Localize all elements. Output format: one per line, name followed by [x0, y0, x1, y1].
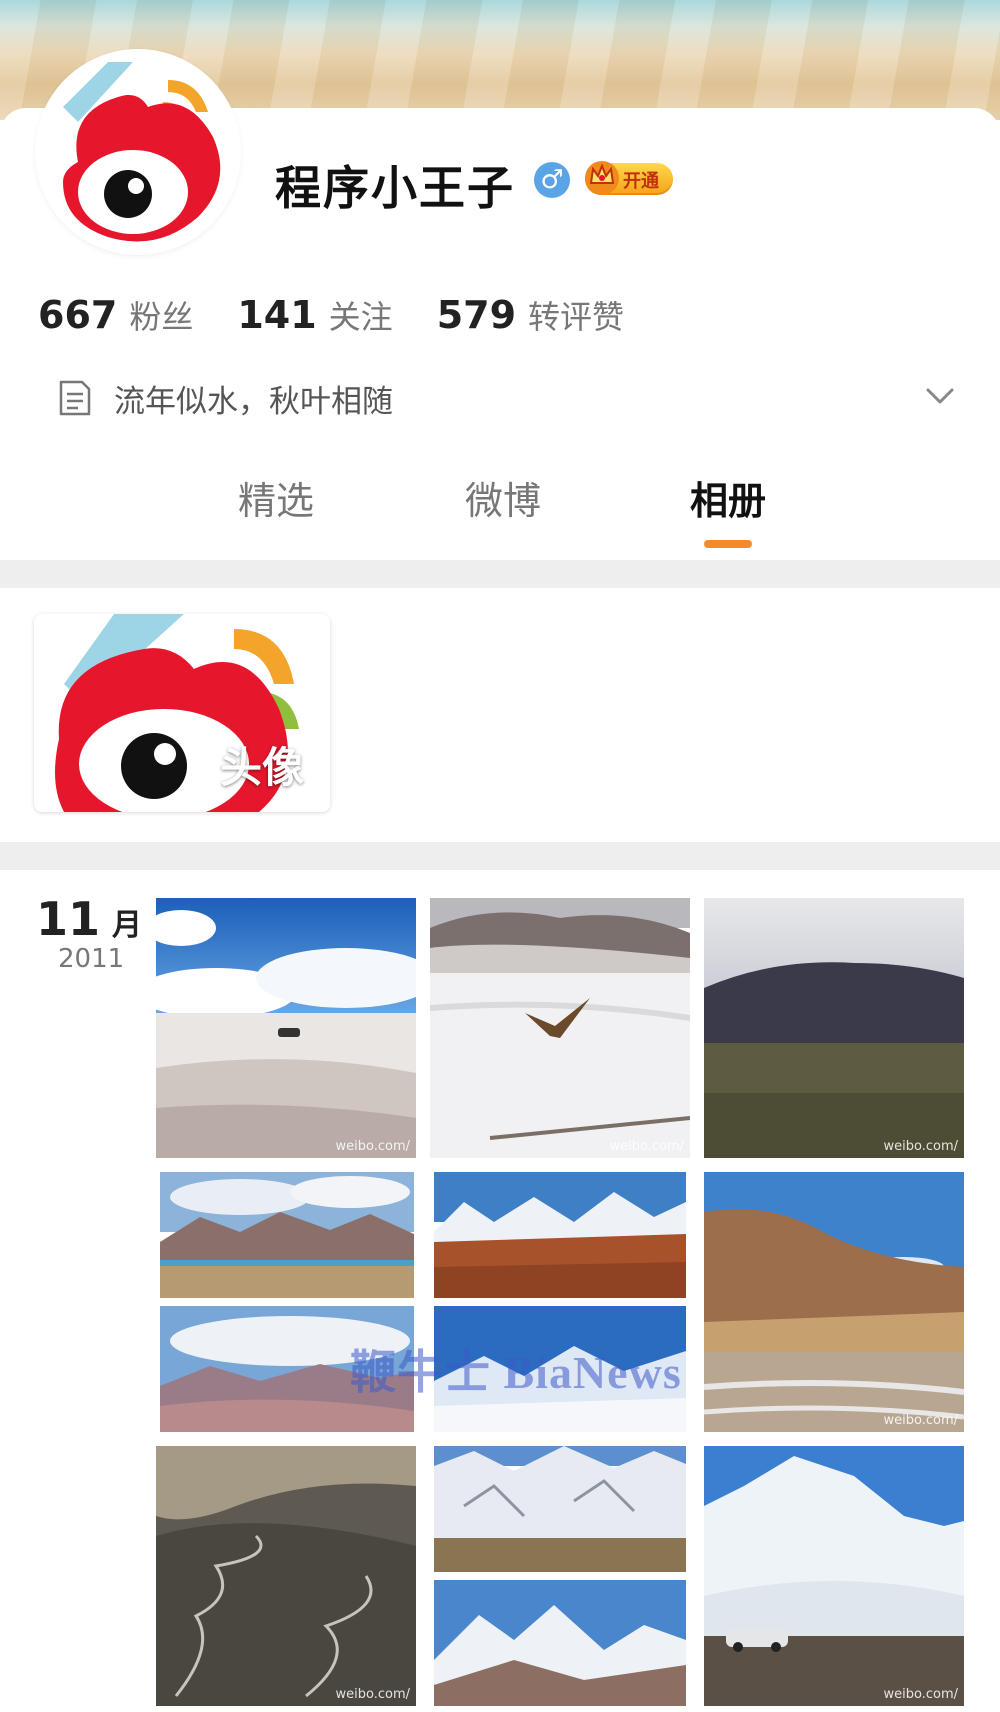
photo-snowfield-car — [156, 898, 416, 1158]
month-number: 11 — [36, 892, 101, 946]
album-photo[interactable] — [434, 1172, 686, 1298]
photo-watermark: weibo.com/ — [883, 1139, 959, 1154]
album-photo[interactable]: weibo.com/ — [430, 898, 690, 1158]
active-tab-indicator — [704, 540, 752, 548]
vip-open-button[interactable]: 开通 — [585, 161, 673, 195]
photo-snowy-mountains-herd — [434, 1446, 686, 1572]
stat-followers[interactable]: 667 粉丝 — [38, 292, 193, 338]
photo-snow-peaks-red-plain — [434, 1172, 686, 1298]
crown-icon — [585, 161, 619, 195]
album-month: 11 月 — [36, 892, 142, 946]
stat-label: 转评赞 — [528, 298, 625, 336]
album-photo[interactable] — [434, 1446, 686, 1572]
album-photo[interactable]: weibo.com/ — [704, 1446, 964, 1706]
stat-reposts-comments-likes[interactable]: 579 转评赞 — [437, 292, 624, 338]
album-photo[interactable]: weibo.com/ — [704, 1172, 964, 1432]
stat-label: 关注 — [328, 298, 393, 336]
album-photo[interactable] — [434, 1580, 686, 1706]
photo-glacier-car — [704, 1446, 964, 1706]
photo-dark-hills-grassland — [704, 898, 964, 1158]
album-year: 2011 — [58, 944, 125, 974]
section-divider — [0, 560, 1000, 588]
photo-watermark: weibo.com/ — [883, 1413, 959, 1428]
stat-label: 粉丝 — [129, 298, 194, 336]
avatar-album-label: 头像 — [220, 743, 305, 792]
stat-value: 141 — [237, 293, 317, 337]
overlay-watermark: 鞭牛士 BiaNews — [350, 1347, 682, 1398]
tab-weibo[interactable]: 微博 — [465, 470, 541, 525]
profile-name: 程序小王子 — [275, 161, 515, 215]
photo-watermark: weibo.com/ — [609, 1139, 685, 1154]
album-photo[interactable] — [160, 1172, 414, 1298]
document-icon — [59, 380, 91, 416]
tab-featured[interactable]: 精选 — [238, 470, 314, 525]
gender-male-icon: ♂ — [534, 162, 570, 198]
photo-lake-mountains — [160, 1172, 414, 1298]
album-photo[interactable]: weibo.com/ — [156, 1446, 416, 1706]
avatar-album-card[interactable]: 头像 — [34, 614, 330, 812]
album-photo[interactable]: weibo.com/ — [704, 898, 964, 1158]
tab-album[interactable]: 相册 — [690, 470, 766, 525]
month-unit: 月 — [112, 908, 143, 943]
photo-eagle-snowfield — [430, 898, 690, 1158]
profile-tabs: 精选 微博 相册 — [0, 470, 1000, 550]
photo-watermark: weibo.com/ — [883, 1687, 959, 1702]
weibo-logo-icon — [38, 52, 238, 252]
profile-bio[interactable]: 流年似水，秋叶相随 — [58, 376, 393, 420]
stat-value: 579 — [436, 293, 517, 337]
photo-watermark: weibo.com/ — [335, 1687, 411, 1702]
profile-stats: 667 粉丝 141 关注 579 转评赞 — [38, 292, 668, 342]
photo-watermark: weibo.com/ — [335, 1139, 411, 1154]
chevron-down-icon[interactable] — [925, 384, 955, 408]
album-photo[interactable]: weibo.com/ — [156, 898, 416, 1158]
photo-snow-peaks-brown — [434, 1580, 686, 1706]
photo-winding-road-valley — [156, 1446, 416, 1706]
stat-following[interactable]: 141 关注 — [237, 292, 392, 338]
section-divider — [0, 842, 1000, 870]
profile-avatar[interactable] — [38, 52, 238, 252]
photo-brown-hill-plain — [704, 1172, 964, 1432]
bio-text: 流年似水，秋叶相随 — [114, 383, 393, 420]
vip-label: 开通 — [623, 171, 659, 192]
stat-value: 667 — [38, 293, 118, 337]
